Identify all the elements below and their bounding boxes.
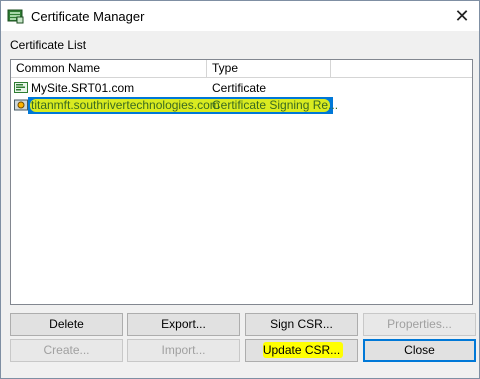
update-csr-label: Update CSR... xyxy=(262,343,341,357)
update-csr-button[interactable]: Update CSR... xyxy=(245,339,358,362)
column-header-type[interactable]: Type xyxy=(207,60,331,77)
export-button[interactable]: Export... xyxy=(127,313,240,336)
close-icon[interactable]: ✕ xyxy=(445,1,479,31)
list-item-selected[interactable]: titanmft.southrivertechnologies.com Cert… xyxy=(11,97,472,114)
certificate-list[interactable]: Common Name Type MySite.SRT01.com Certif… xyxy=(10,59,473,305)
column-header-common-name[interactable]: Common Name xyxy=(11,60,207,77)
cell-common-name: MySite.SRT01.com xyxy=(31,81,135,95)
cell-type: Certificate Signing Re... xyxy=(212,98,339,112)
list-header: Common Name Type xyxy=(11,60,472,78)
certificate-manager-dialog: Certificate Manager ✕ Certificate List C… xyxy=(0,0,480,379)
delete-button[interactable]: Delete xyxy=(10,313,123,336)
properties-button[interactable]: Properties... xyxy=(363,313,476,336)
column-header-empty[interactable] xyxy=(331,60,472,77)
certificate-list-label: Certificate List xyxy=(10,38,87,52)
list-item[interactable]: MySite.SRT01.com Certificate xyxy=(11,80,472,97)
close-button[interactable]: Close xyxy=(363,339,476,362)
csr-icon xyxy=(14,98,28,112)
title-bar: Certificate Manager ✕ xyxy=(1,1,479,31)
import-button[interactable]: Import... xyxy=(127,339,240,362)
cell-common-name: titanmft.southrivertechnologies.com xyxy=(31,98,220,112)
window-title: Certificate Manager xyxy=(31,9,145,24)
certificate-icon xyxy=(14,81,28,95)
cell-type: Certificate xyxy=(212,81,267,95)
sign-csr-button[interactable]: Sign CSR... xyxy=(245,313,358,336)
certificate-manager-icon xyxy=(7,8,25,24)
create-button[interactable]: Create... xyxy=(10,339,123,362)
